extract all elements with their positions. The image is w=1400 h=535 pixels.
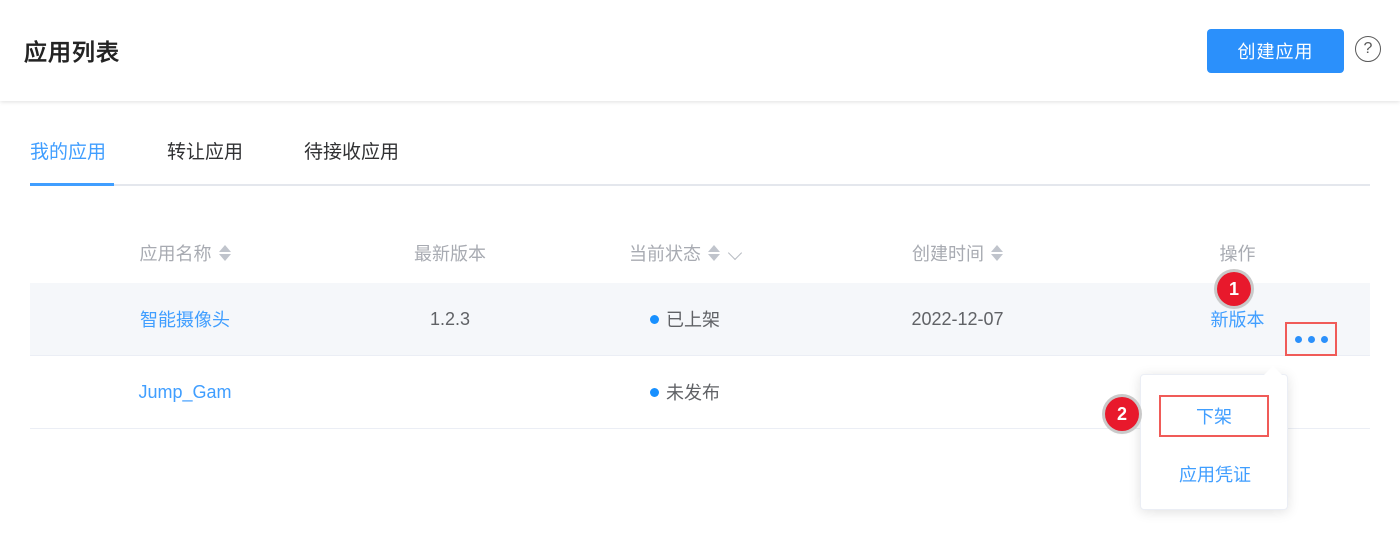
menu-item-app-credentials[interactable]: 应用凭证 bbox=[1141, 447, 1289, 501]
menu-item-unpublish[interactable]: 下架 bbox=[1159, 395, 1269, 437]
sort-arrows-icon[interactable] bbox=[991, 244, 1003, 262]
created-time-text: 2022-12-07 bbox=[911, 308, 1004, 329]
column-header-operations: 操作 bbox=[1105, 240, 1370, 266]
column-header-created-time[interactable]: 创建时间 bbox=[810, 240, 1105, 266]
status-dot-icon bbox=[650, 314, 659, 324]
cell-created-time: 2022-12-07 bbox=[810, 309, 1105, 330]
app-name-link[interactable]: 智能摄像头 bbox=[140, 306, 230, 332]
create-app-button[interactable]: 创建应用 bbox=[1207, 29, 1344, 73]
new-version-link[interactable]: 新版本 bbox=[1211, 306, 1265, 332]
column-header-current-status[interactable]: 当前状态 bbox=[560, 240, 810, 266]
column-label-current-status: 当前状态 bbox=[629, 244, 701, 264]
page-header: 应用列表 创建应用 ? bbox=[0, 0, 1400, 101]
cell-app-name: 智能摄像头 bbox=[30, 306, 340, 332]
cell-app-name: Jump_Gam bbox=[30, 382, 340, 403]
question-circle-icon[interactable]: ? bbox=[1355, 36, 1381, 62]
cell-current-status: 未发布 bbox=[560, 379, 810, 405]
page-title: 应用列表 bbox=[24, 39, 120, 65]
app-name-link[interactable]: Jump_Gam bbox=[138, 382, 231, 403]
column-label-created-time: 创建时间 bbox=[912, 244, 984, 264]
app-list-page: 应用列表 创建应用 ? 我的应用 转让应用 待接收应用 应用名称 最新版本 当前… bbox=[0, 0, 1400, 535]
cell-current-status: 已上架 bbox=[560, 306, 810, 332]
column-label-app-name: 应用名称 bbox=[139, 244, 212, 264]
column-header-latest-version: 最新版本 bbox=[340, 240, 560, 266]
step-badge-2: 2 bbox=[1105, 397, 1139, 431]
cell-operations: 新版本 bbox=[1105, 306, 1370, 356]
tab-active-indicator bbox=[30, 183, 114, 186]
chevron-down-icon[interactable] bbox=[729, 247, 741, 259]
tab-my-apps[interactable]: 我的应用 bbox=[30, 137, 106, 168]
tab-bar: 我的应用 转让应用 待接收应用 bbox=[0, 101, 1400, 188]
table-header-row: 应用名称 最新版本 当前状态 创建时间 操作 bbox=[30, 223, 1370, 283]
column-label-latest-version: 最新版本 bbox=[414, 244, 486, 264]
tab-pending-apps[interactable]: 待接收应用 bbox=[304, 137, 399, 168]
status-dot-icon bbox=[650, 387, 659, 397]
cell-latest-version: 1.2.3 bbox=[340, 309, 560, 330]
table-row[interactable]: 智能摄像头 1.2.3 已上架 2022-12-07 新版本 bbox=[30, 283, 1370, 356]
column-label-operations: 操作 bbox=[1219, 244, 1256, 264]
tab-transfer-apps[interactable]: 转让应用 bbox=[167, 137, 243, 168]
column-header-app-name[interactable]: 应用名称 bbox=[30, 240, 340, 266]
status-badge: 未发布 bbox=[666, 383, 720, 403]
app-version-text: 1.2.3 bbox=[429, 308, 471, 329]
tab-strip: 我的应用 转让应用 待接收应用 bbox=[30, 137, 460, 168]
sort-arrows-icon[interactable] bbox=[218, 244, 231, 262]
status-badge: 已上架 bbox=[666, 310, 720, 330]
tab-divider bbox=[30, 184, 1370, 186]
sort-arrows-icon[interactable] bbox=[708, 244, 720, 262]
actions-dropdown-menu: 下架 应用凭证 bbox=[1140, 366, 1289, 510]
ellipsis-icon[interactable] bbox=[1285, 322, 1337, 356]
step-badge-1: 1 bbox=[1217, 272, 1251, 306]
